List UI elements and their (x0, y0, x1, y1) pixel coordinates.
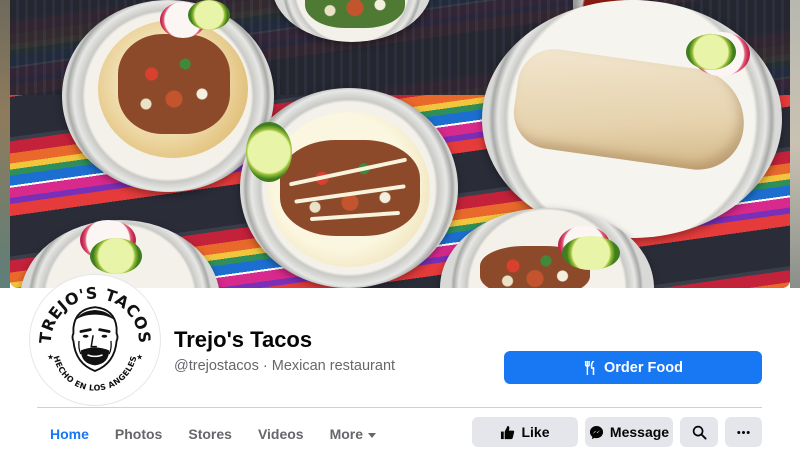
tab-stores-label: Stores (188, 426, 232, 442)
messenger-icon (589, 425, 603, 439)
page-subtitle: @trejostacos · Mexican restaurant (174, 358, 395, 374)
cover-edge-left (0, 0, 10, 288)
trejos-logo: TREJO'S TACOS HECHO EN LOS ANGELES ★ ★ (36, 283, 154, 397)
message-button[interactable]: Message (585, 417, 673, 447)
lime-wedge (246, 122, 292, 182)
page-handle: @trejostacos (174, 358, 259, 374)
utensils-icon (584, 360, 595, 375)
tab-more-label: More (329, 426, 364, 442)
search-button[interactable] (680, 417, 718, 447)
order-food-button[interactable]: Order Food (504, 351, 762, 384)
lime-wedge (562, 236, 620, 270)
search-icon (692, 425, 707, 440)
page-tabs: Home Photos Stores Videos More (37, 418, 389, 450)
tab-more[interactable]: More (317, 419, 389, 449)
tab-photos[interactable]: Photos (102, 419, 175, 449)
lime-wedge (686, 34, 736, 70)
svg-text:★: ★ (47, 353, 54, 362)
taco-filling-left (118, 34, 230, 134)
tab-photos-label: Photos (114, 426, 163, 442)
tab-home[interactable]: Home (37, 419, 102, 449)
like-button[interactable]: Like (472, 417, 578, 447)
more-options-button[interactable] (725, 417, 762, 447)
like-label: Like (521, 424, 550, 440)
page-category[interactable]: Mexican restaurant (272, 358, 395, 374)
profile-picture[interactable]: TREJO'S TACOS HECHO EN LOS ANGELES ★ ★ (30, 275, 160, 405)
tab-videos-label: Videos (257, 426, 304, 442)
tab-videos[interactable]: Videos (245, 419, 317, 449)
svg-text:★: ★ (136, 353, 143, 362)
cover-edge-right (790, 0, 800, 288)
order-food-label: Order Food (604, 359, 683, 376)
header-divider (37, 407, 762, 408)
tab-home-label: Home (50, 426, 89, 442)
page-title: Trejo's Tacos (174, 327, 313, 352)
caret-down-icon (368, 432, 377, 438)
ellipsis-icon (737, 430, 750, 434)
lime-wedge (188, 0, 230, 30)
message-label: Message (609, 424, 670, 440)
lime-wedge (90, 238, 142, 274)
tab-stores[interactable]: Stores (175, 419, 245, 449)
thumbs-up-icon (501, 425, 515, 439)
subtitle-separator: · (258, 358, 272, 374)
cover-photo[interactable] (10, 0, 790, 288)
